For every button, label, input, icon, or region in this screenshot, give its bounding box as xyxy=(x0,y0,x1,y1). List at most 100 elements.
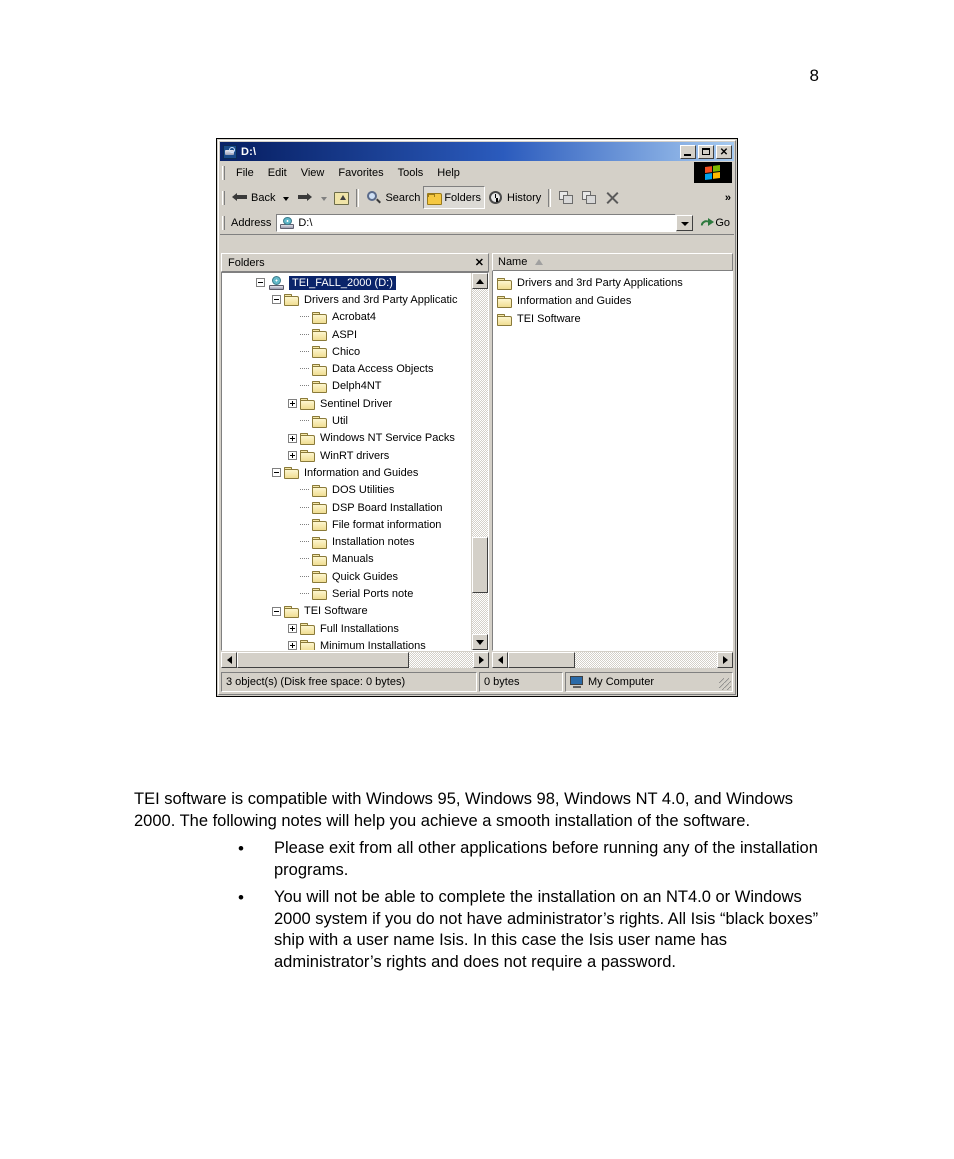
windows-logo-icon xyxy=(694,162,732,183)
status-zone-label: My Computer xyxy=(588,676,655,688)
tree-item[interactable]: TEI Software xyxy=(222,603,471,620)
status-objects: 3 object(s) (Disk free space: 0 bytes) xyxy=(221,672,477,692)
tree-item[interactable]: Serial Ports note xyxy=(222,585,471,602)
list-item[interactable]: Information and Guides xyxy=(493,292,732,310)
menu-favorites[interactable]: Favorites xyxy=(331,165,390,181)
tree-item[interactable]: DSP Board Installation xyxy=(222,499,471,516)
tree-horizontal-scrollbar[interactable] xyxy=(221,652,489,668)
expand-plus-icon[interactable] xyxy=(288,433,297,443)
tree-item-label: Data Access Objects xyxy=(332,363,434,376)
back-button[interactable]: Back xyxy=(229,186,278,209)
tree-item[interactable]: Util xyxy=(222,412,471,429)
list-item[interactable]: TEI Software xyxy=(493,310,732,328)
tree-hscroll-track[interactable] xyxy=(237,652,473,668)
menu-edit[interactable]: Edit xyxy=(261,165,294,181)
up-button[interactable] xyxy=(331,186,352,209)
tree-item[interactable]: Acrobat4 xyxy=(222,309,471,326)
tree-hscroll-left-button[interactable] xyxy=(221,652,237,668)
tree-item[interactable]: Chico xyxy=(222,343,471,360)
copy-to-button[interactable] xyxy=(578,186,601,209)
address-input[interactable]: D:\ xyxy=(276,214,677,232)
minimize-button[interactable] xyxy=(680,144,696,159)
list-hscroll-track[interactable] xyxy=(508,652,717,668)
tree-item[interactable]: Installation notes xyxy=(222,533,471,550)
tree-item-label: Delph4NT xyxy=(332,380,382,393)
collapse-minus-icon[interactable] xyxy=(272,606,281,616)
menu-view[interactable]: View xyxy=(294,165,332,181)
tree-item[interactable]: Windows NT Service Packs xyxy=(222,430,471,447)
address-value: D:\ xyxy=(298,217,313,229)
expand-plus-icon[interactable] xyxy=(288,451,297,461)
tree-connector xyxy=(300,316,309,318)
expand-plus-icon[interactable] xyxy=(288,641,297,650)
search-label: Search xyxy=(385,191,421,204)
forward-dropdown-chevron-down-icon[interactable] xyxy=(321,196,328,201)
search-button[interactable]: Search xyxy=(363,186,423,209)
tree-hscroll-thumb[interactable] xyxy=(237,652,410,668)
folders-tree[interactable]: TEI_FALL_2000 (D:) Drivers and 3rd Party … xyxy=(222,273,471,650)
collapse-minus-icon[interactable] xyxy=(272,468,281,478)
tree-item[interactable]: ASPI xyxy=(222,326,471,343)
history-button[interactable]: History xyxy=(485,186,544,209)
menu-help[interactable]: Help xyxy=(430,165,467,181)
toolbar-overflow-chevron-icon[interactable]: » xyxy=(725,192,731,204)
resize-grip-icon[interactable] xyxy=(719,678,731,690)
tree-item[interactable]: Manuals xyxy=(222,551,471,568)
tree-item[interactable]: Information and Guides xyxy=(222,464,471,481)
back-dropdown-chevron-down-icon[interactable] xyxy=(283,196,290,201)
close-button[interactable]: ✕ xyxy=(716,144,732,159)
menubar-grip[interactable] xyxy=(222,166,225,180)
tree-scroll-track[interactable] xyxy=(472,289,488,634)
tree-connector xyxy=(300,489,309,491)
list-hscroll-left-button[interactable] xyxy=(492,652,508,668)
collapse-minus-icon[interactable] xyxy=(256,278,265,288)
tree-item[interactable]: Data Access Objects xyxy=(222,360,471,377)
menu-tools[interactable]: Tools xyxy=(391,165,431,181)
tree-vertical-scrollbar[interactable] xyxy=(471,273,488,650)
menu-file[interactable]: File xyxy=(229,165,261,181)
forward-button[interactable] xyxy=(293,186,316,209)
page-number: 8 xyxy=(809,66,819,85)
tree-scroll-down-button[interactable] xyxy=(472,634,488,650)
list-horizontal-scrollbar[interactable] xyxy=(492,652,733,668)
tree-item-label: TEI Software xyxy=(304,605,368,618)
folders-button[interactable]: Folders xyxy=(423,186,486,209)
tree-scroll-up-button[interactable] xyxy=(472,273,488,289)
expand-plus-icon[interactable] xyxy=(288,399,297,409)
tree-item-label: ASPI xyxy=(332,328,358,341)
list-hscroll-thumb[interactable] xyxy=(508,652,575,668)
delete-button[interactable] xyxy=(601,186,624,209)
addressbar-grip[interactable] xyxy=(222,216,225,230)
list-item[interactable]: Drivers and 3rd Party Applications xyxy=(493,274,732,292)
tree-connector xyxy=(300,333,309,336)
tree-item[interactable]: WinRT drivers xyxy=(222,447,471,464)
go-button[interactable]: Go xyxy=(694,217,734,230)
move-to-button[interactable] xyxy=(555,186,578,209)
close-icon: ✕ xyxy=(719,146,729,158)
folders-pane-close-icon[interactable]: ✕ xyxy=(475,256,484,269)
file-list[interactable]: Drivers and 3rd Party Applications Inform… xyxy=(492,271,733,651)
tree-item[interactable]: TEI_FALL_2000 (D:) xyxy=(222,274,471,291)
back-arrow-icon xyxy=(232,190,249,206)
tree-item[interactable]: Sentinel Driver xyxy=(222,395,471,412)
tree-item[interactable]: DOS Utilities xyxy=(222,482,471,499)
collapse-minus-icon[interactable] xyxy=(272,295,281,305)
tree-scroll-thumb[interactable] xyxy=(472,537,488,593)
tree-item[interactable]: Full Installations xyxy=(222,620,471,637)
tree-item[interactable]: Quick Guides xyxy=(222,568,471,585)
expand-plus-icon[interactable] xyxy=(288,624,297,634)
list-hscroll-right-button[interactable] xyxy=(717,652,733,668)
list-column-header[interactable]: Name xyxy=(492,253,733,271)
tree-item[interactable]: Delph4NT xyxy=(222,378,471,395)
my-computer-icon xyxy=(570,676,584,688)
folder-icon xyxy=(497,295,513,308)
tree-item[interactable]: Minimum Installations xyxy=(222,637,471,650)
address-dropdown-chevron-down-icon[interactable] xyxy=(676,215,694,231)
tree-item[interactable]: Drivers and 3rd Party Applicatic xyxy=(222,291,471,308)
maximize-button[interactable] xyxy=(698,144,714,159)
tree-item-label: Acrobat4 xyxy=(332,311,377,324)
tree-item[interactable]: File format information xyxy=(222,516,471,533)
tree-hscroll-right-button[interactable] xyxy=(473,652,489,668)
toolbar-grip[interactable] xyxy=(222,190,225,205)
